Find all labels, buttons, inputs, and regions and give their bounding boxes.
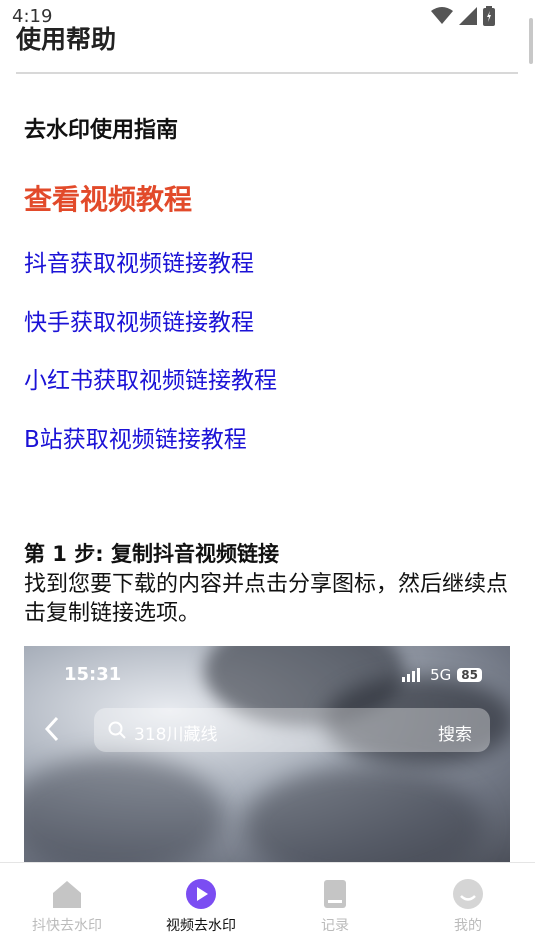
screenshot-search-text: 318川藏线 <box>134 725 218 745</box>
screenshot-time: 15:31 <box>64 664 122 685</box>
douyin-tutorial-link[interactable]: 抖音获取视频链接教程 <box>24 244 254 278</box>
wifi-icon <box>431 7 453 24</box>
status-icons <box>431 6 495 26</box>
screenshot-search-bar: 318川藏线 搜索 <box>94 708 490 752</box>
home-icon <box>53 881 81 908</box>
scrollbar[interactable] <box>529 18 533 64</box>
search-icon <box>108 721 126 739</box>
cloud-shape <box>244 766 484 862</box>
title-divider <box>16 72 518 74</box>
bottom-navigation: 抖快去水印 视频去水印 记录 我的 <box>0 862 535 952</box>
nav-item-home[interactable]: 抖快去水印 <box>0 877 134 935</box>
step-description: 找到您要下载的内容并点击分享图标，然后继续点击复制链接选项。 <box>24 572 509 626</box>
nav-label: 抖快去水印 <box>32 918 102 934</box>
nav-item-records[interactable]: 记录 <box>268 877 402 935</box>
bilibili-tutorial-link[interactable]: B站获取视频链接教程 <box>24 420 247 454</box>
nav-label: 我的 <box>454 918 482 934</box>
step-title: 第 1 步: 复制抖音视频链接 <box>24 542 279 566</box>
nav-label: 记录 <box>321 918 349 934</box>
video-tutorial-link[interactable]: 查看视频教程 <box>24 178 192 218</box>
signal-bars-icon <box>402 668 421 682</box>
page-title: 使用帮助 <box>16 25 117 54</box>
kuaishou-tutorial-link[interactable]: 快手获取视频链接教程 <box>24 303 254 337</box>
xiaohongshu-tutorial-link[interactable]: 小红书获取视频链接教程 <box>24 361 277 395</box>
signal-icon <box>459 7 477 25</box>
back-arrow-icon <box>44 716 59 742</box>
screenshot-search-button: 搜索 <box>438 725 472 745</box>
nav-item-profile[interactable]: 我的 <box>401 877 535 935</box>
play-icon <box>186 879 216 909</box>
network-label: 5G <box>430 666 452 684</box>
guide-heading: 去水印使用指南 <box>24 118 179 143</box>
tutorial-screenshot: 15:31 5G 85 318川藏线 搜索 <box>24 646 510 862</box>
profile-icon <box>453 879 483 909</box>
nav-label: 视频去水印 <box>166 918 236 934</box>
document-icon <box>324 880 346 908</box>
screenshot-status: 5G 85 <box>402 666 482 684</box>
battery-level: 85 <box>457 668 482 682</box>
nav-item-video-watermark[interactable]: 视频去水印 <box>134 877 268 935</box>
battery-icon <box>483 6 495 26</box>
cloud-shape <box>24 756 224 862</box>
